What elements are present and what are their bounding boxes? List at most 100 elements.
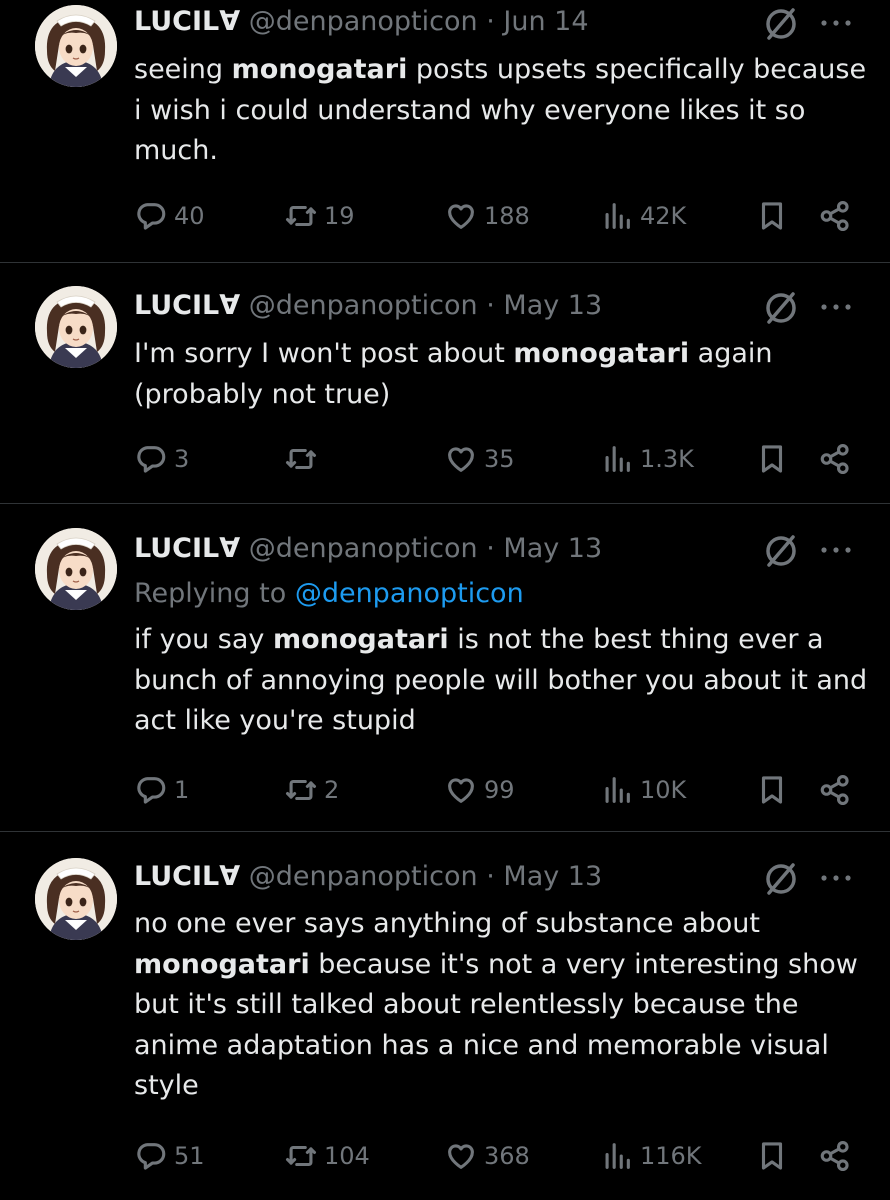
views-button[interactable]: 116K <box>600 1136 702 1176</box>
more-icon[interactable] <box>818 13 854 33</box>
tweet[interactable]: LUCILꓯ @denpanopticon · May 13 no one ev… <box>0 832 890 1200</box>
like-count: 368 <box>484 1142 530 1170</box>
tweet-date[interactable]: May 13 <box>503 533 602 564</box>
display-name[interactable]: LUCILꓯ <box>134 533 240 564</box>
separator-dot: · <box>486 861 495 892</box>
bookmark-button[interactable] <box>755 1136 789 1176</box>
more-icon[interactable] <box>818 868 854 888</box>
tweet-date[interactable]: May 13 <box>503 290 602 321</box>
reply-button[interactable]: 40 <box>134 196 205 236</box>
like-button[interactable]: 188 <box>444 196 530 236</box>
display-name[interactable]: LUCILꓯ <box>134 290 240 321</box>
views-count: 1.3K <box>640 445 694 473</box>
views-button[interactable]: 1.3K <box>600 439 694 479</box>
reply-count: 40 <box>174 202 205 230</box>
bookmark-button[interactable] <box>755 196 789 236</box>
retweet-icon <box>284 442 324 476</box>
bookmark-button[interactable] <box>755 770 789 810</box>
bookmark-icon <box>755 199 789 233</box>
like-button[interactable]: 35 <box>444 439 515 479</box>
user-handle[interactable]: @denpanopticon <box>249 861 478 892</box>
slashed-circle-icon <box>762 532 800 570</box>
retweet-button[interactable]: 104 <box>284 1136 370 1176</box>
views-count: 116K <box>640 1142 702 1170</box>
tweet-header: LUCILꓯ @denpanopticon · May 13 <box>134 532 602 566</box>
tweet-text: seeing monogatari posts upsets specifica… <box>134 50 874 172</box>
share-icon <box>818 1139 852 1173</box>
separator-dot: · <box>486 533 495 564</box>
retweet-count: 104 <box>324 1142 370 1170</box>
highlighted-keyword: monogatari <box>231 54 408 85</box>
heart-icon <box>444 1139 484 1173</box>
like-button[interactable]: 368 <box>444 1136 530 1176</box>
highlighted-keyword: monogatari <box>272 624 449 655</box>
slashed-circle-icon <box>762 289 800 327</box>
reply-button[interactable]: 3 <box>134 439 189 479</box>
share-icon <box>818 199 852 233</box>
retweet-button[interactable] <box>284 439 324 479</box>
avatar[interactable] <box>35 528 117 610</box>
avatar[interactable] <box>35 858 117 940</box>
views-count: 10K <box>640 776 687 804</box>
action-bar: 3 35 1.3K <box>0 439 890 479</box>
share-button[interactable] <box>818 439 852 479</box>
share-icon <box>818 773 852 807</box>
like-count: 35 <box>484 445 515 473</box>
tweet-header: LUCILꓯ @denpanopticon · Jun 14 <box>134 5 589 39</box>
reply-icon <box>134 773 174 807</box>
slashed-circle-icon <box>762 5 800 43</box>
retweet-icon <box>284 1139 324 1173</box>
share-icon <box>818 442 852 476</box>
views-icon <box>600 773 640 807</box>
avatar[interactable] <box>35 5 117 87</box>
tweet[interactable]: LUCILꓯ @denpanopticon · Jun 14 seeing mo… <box>0 0 890 263</box>
user-handle[interactable]: @denpanopticon <box>249 533 478 564</box>
views-icon <box>600 199 640 233</box>
more-icon[interactable] <box>818 297 854 317</box>
like-count: 188 <box>484 202 530 230</box>
slashed-circle-icon <box>762 860 800 898</box>
like-button[interactable]: 99 <box>444 770 515 810</box>
avatar[interactable] <box>35 286 117 368</box>
share-button[interactable] <box>818 1136 852 1176</box>
user-handle[interactable]: @denpanopticon <box>249 290 478 321</box>
retweet-icon <box>284 773 324 807</box>
retweet-button[interactable]: 19 <box>284 196 355 236</box>
separator-dot: · <box>486 6 495 37</box>
text-run: seeing <box>134 54 232 85</box>
retweet-count: 19 <box>324 202 355 230</box>
tweet-text: I'm sorry I won't post about monogatari … <box>134 334 814 415</box>
tweet-text: no one ever says anything of substance a… <box>134 904 874 1107</box>
heart-icon <box>444 773 484 807</box>
views-button[interactable]: 42K <box>600 196 686 236</box>
views-count: 42K <box>640 202 687 230</box>
replying-to: Replying to @denpanopticon <box>134 576 524 612</box>
bookmark-icon <box>755 1139 789 1173</box>
more-icon[interactable] <box>818 540 854 560</box>
text-run: no one ever says anything of substance a… <box>134 908 761 939</box>
tweet[interactable]: LUCILꓯ @denpanopticon · May 13 Replying … <box>0 504 890 832</box>
action-bar: 40 19 188 42K <box>0 196 890 236</box>
bookmark-icon <box>755 442 789 476</box>
replying-to-mention[interactable]: @denpanopticon <box>295 578 524 609</box>
like-count: 99 <box>484 776 515 804</box>
retweet-button[interactable]: 2 <box>284 770 339 810</box>
reply-button[interactable]: 51 <box>134 1136 205 1176</box>
reply-icon <box>134 442 174 476</box>
tweet-text: if you say monogatari is not the best th… <box>134 620 874 742</box>
share-button[interactable] <box>818 770 852 810</box>
heart-icon <box>444 442 484 476</box>
bookmark-button[interactable] <box>755 439 789 479</box>
tweet-date[interactable]: May 13 <box>503 861 602 892</box>
display-name[interactable]: LUCILꓯ <box>134 6 240 37</box>
views-button[interactable]: 10K <box>600 770 686 810</box>
views-icon <box>600 442 640 476</box>
tweet[interactable]: LUCILꓯ @denpanopticon · May 13 I'm sorry… <box>0 263 890 504</box>
share-button[interactable] <box>818 196 852 236</box>
replying-to-label: Replying to <box>134 578 287 609</box>
user-handle[interactable]: @denpanopticon <box>249 6 478 37</box>
reply-count: 1 <box>174 776 190 804</box>
display-name[interactable]: LUCILꓯ <box>134 861 240 892</box>
tweet-date[interactable]: Jun 14 <box>503 6 588 37</box>
reply-button[interactable]: 1 <box>134 770 189 810</box>
